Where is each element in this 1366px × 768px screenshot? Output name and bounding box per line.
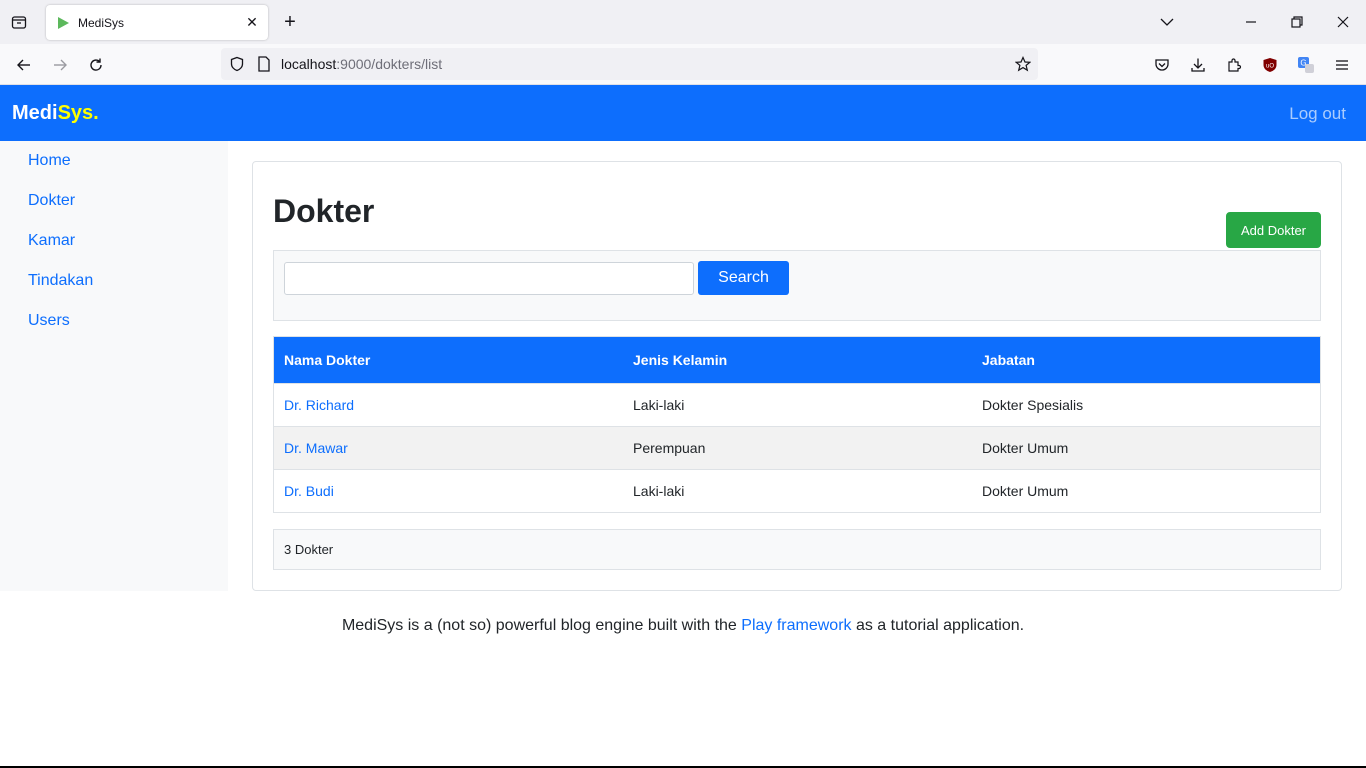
svg-text:uO: uO	[1266, 64, 1274, 70]
sidebar-item-dokter[interactable]: Dokter	[28, 192, 75, 210]
back-icon[interactable]	[11, 52, 37, 78]
pocket-icon[interactable]	[1149, 52, 1175, 78]
footer-text-before: MediSys is a (not so) powerful blog engi…	[341, 617, 742, 634]
sidebar-item-tindakan[interactable]: Tindakan	[28, 272, 93, 290]
url-host: localhost	[281, 56, 337, 72]
star-icon[interactable]	[1014, 55, 1032, 73]
column-header-nama: Nama Dokter	[284, 351, 371, 368]
table-cell: Dokter Spesialis	[982, 396, 1084, 413]
extensions-icon[interactable]	[1221, 52, 1247, 78]
ublock-icon[interactable]: uO	[1257, 52, 1283, 78]
table-cell: Dr. Richard	[274, 383, 623, 426]
dokter-name-link[interactable]: Dr. Mawar	[284, 440, 348, 456]
footer: MediSys is a (not so) powerful blog engi…	[0, 617, 1366, 635]
reload-icon[interactable]	[83, 52, 109, 78]
play-favicon-icon	[56, 16, 70, 30]
brand-part2: Sys.	[57, 102, 99, 124]
sidebar-item-kamar[interactable]: Kamar	[28, 232, 75, 250]
table-cell: Dr. Mawar	[274, 426, 623, 469]
app-header: MediSys. Log out	[0, 85, 1366, 141]
search-panel: Search	[273, 250, 1321, 321]
forward-icon[interactable]	[47, 52, 73, 78]
dokter-name-link[interactable]: Dr. Richard	[284, 397, 354, 413]
add-dokter-button[interactable]: Add Dokter	[1226, 212, 1321, 248]
sidebar-item-home[interactable]: Home	[28, 152, 71, 170]
table-header-row: Nama Dokter Jenis Kelamin Jabatan	[274, 337, 1320, 383]
url-bar[interactable]: localhost:9000/dokters/list	[221, 48, 1038, 80]
logout-link[interactable]: Log out	[1289, 104, 1346, 124]
brand-part1: Medi	[12, 102, 58, 124]
play-framework-link[interactable]: Play framework	[741, 617, 851, 634]
minimize-icon[interactable]	[1239, 10, 1263, 34]
table-row: Dr. Mawar Perempuan Dokter Umum	[274, 426, 1320, 469]
sidebar: Home Dokter Kamar Tindakan Users	[0, 141, 228, 591]
browser-tab-bar: MediSys ✕ +	[0, 0, 1366, 44]
dokter-name-link[interactable]: Dr. Budi	[284, 483, 334, 499]
close-window-icon[interactable]	[1331, 10, 1355, 34]
table-cell: Perempuan	[633, 439, 706, 456]
download-icon[interactable]	[1185, 52, 1211, 78]
page-title: Dokter	[273, 193, 375, 229]
table-row: Dr. Richard Laki-laki Dokter Spesialis	[274, 383, 1320, 426]
tab-list-icon[interactable]	[8, 11, 30, 33]
chevron-down-icon[interactable]	[1155, 10, 1179, 34]
table-cell: Laki-laki	[633, 482, 685, 499]
footer-text-after: as a tutorial application.	[851, 617, 1025, 634]
brand-logo[interactable]: MediSys.	[12, 102, 99, 125]
restore-icon[interactable]	[1285, 10, 1309, 34]
sidebar-item-users[interactable]: Users	[28, 312, 70, 330]
dokter-table: Nama Dokter Jenis Kelamin Jabatan Dr. Ri…	[273, 336, 1321, 513]
url-path: :9000/dokters/list	[336, 56, 443, 72]
url-text[interactable]: localhost:9000/dokters/list	[281, 56, 442, 72]
search-input[interactable]	[284, 262, 694, 295]
table-cell: Dokter Umum	[982, 482, 1069, 499]
column-header-jabatan: Jabatan	[982, 351, 1035, 368]
search-button[interactable]: Search	[698, 261, 789, 295]
table-row: Dr. Budi Laki-laki Dokter Umum	[274, 469, 1320, 512]
browser-tab[interactable]: MediSys ✕	[46, 5, 268, 40]
menu-icon[interactable]	[1329, 52, 1355, 78]
column-header-jenis-kelamin: Jenis Kelamin	[633, 351, 728, 368]
close-icon[interactable]: ✕	[241, 12, 263, 34]
plus-icon[interactable]: +	[279, 11, 301, 33]
translate-icon[interactable]: G	[1293, 52, 1319, 78]
browser-nav-bar: localhost:9000/dokters/list uO G	[0, 44, 1366, 85]
page-icon[interactable]	[256, 56, 272, 72]
record-count: 3 Dokter	[273, 529, 1321, 570]
main-card: Dokter Add Dokter Search Nama Dokter Jen…	[252, 161, 1342, 591]
table-cell: Dr. Budi	[274, 469, 623, 512]
shield-icon[interactable]	[228, 55, 246, 73]
table-cell: Dokter Umum	[982, 439, 1069, 456]
table-cell: Laki-laki	[633, 396, 685, 413]
tab-title: MediSys	[78, 15, 125, 30]
